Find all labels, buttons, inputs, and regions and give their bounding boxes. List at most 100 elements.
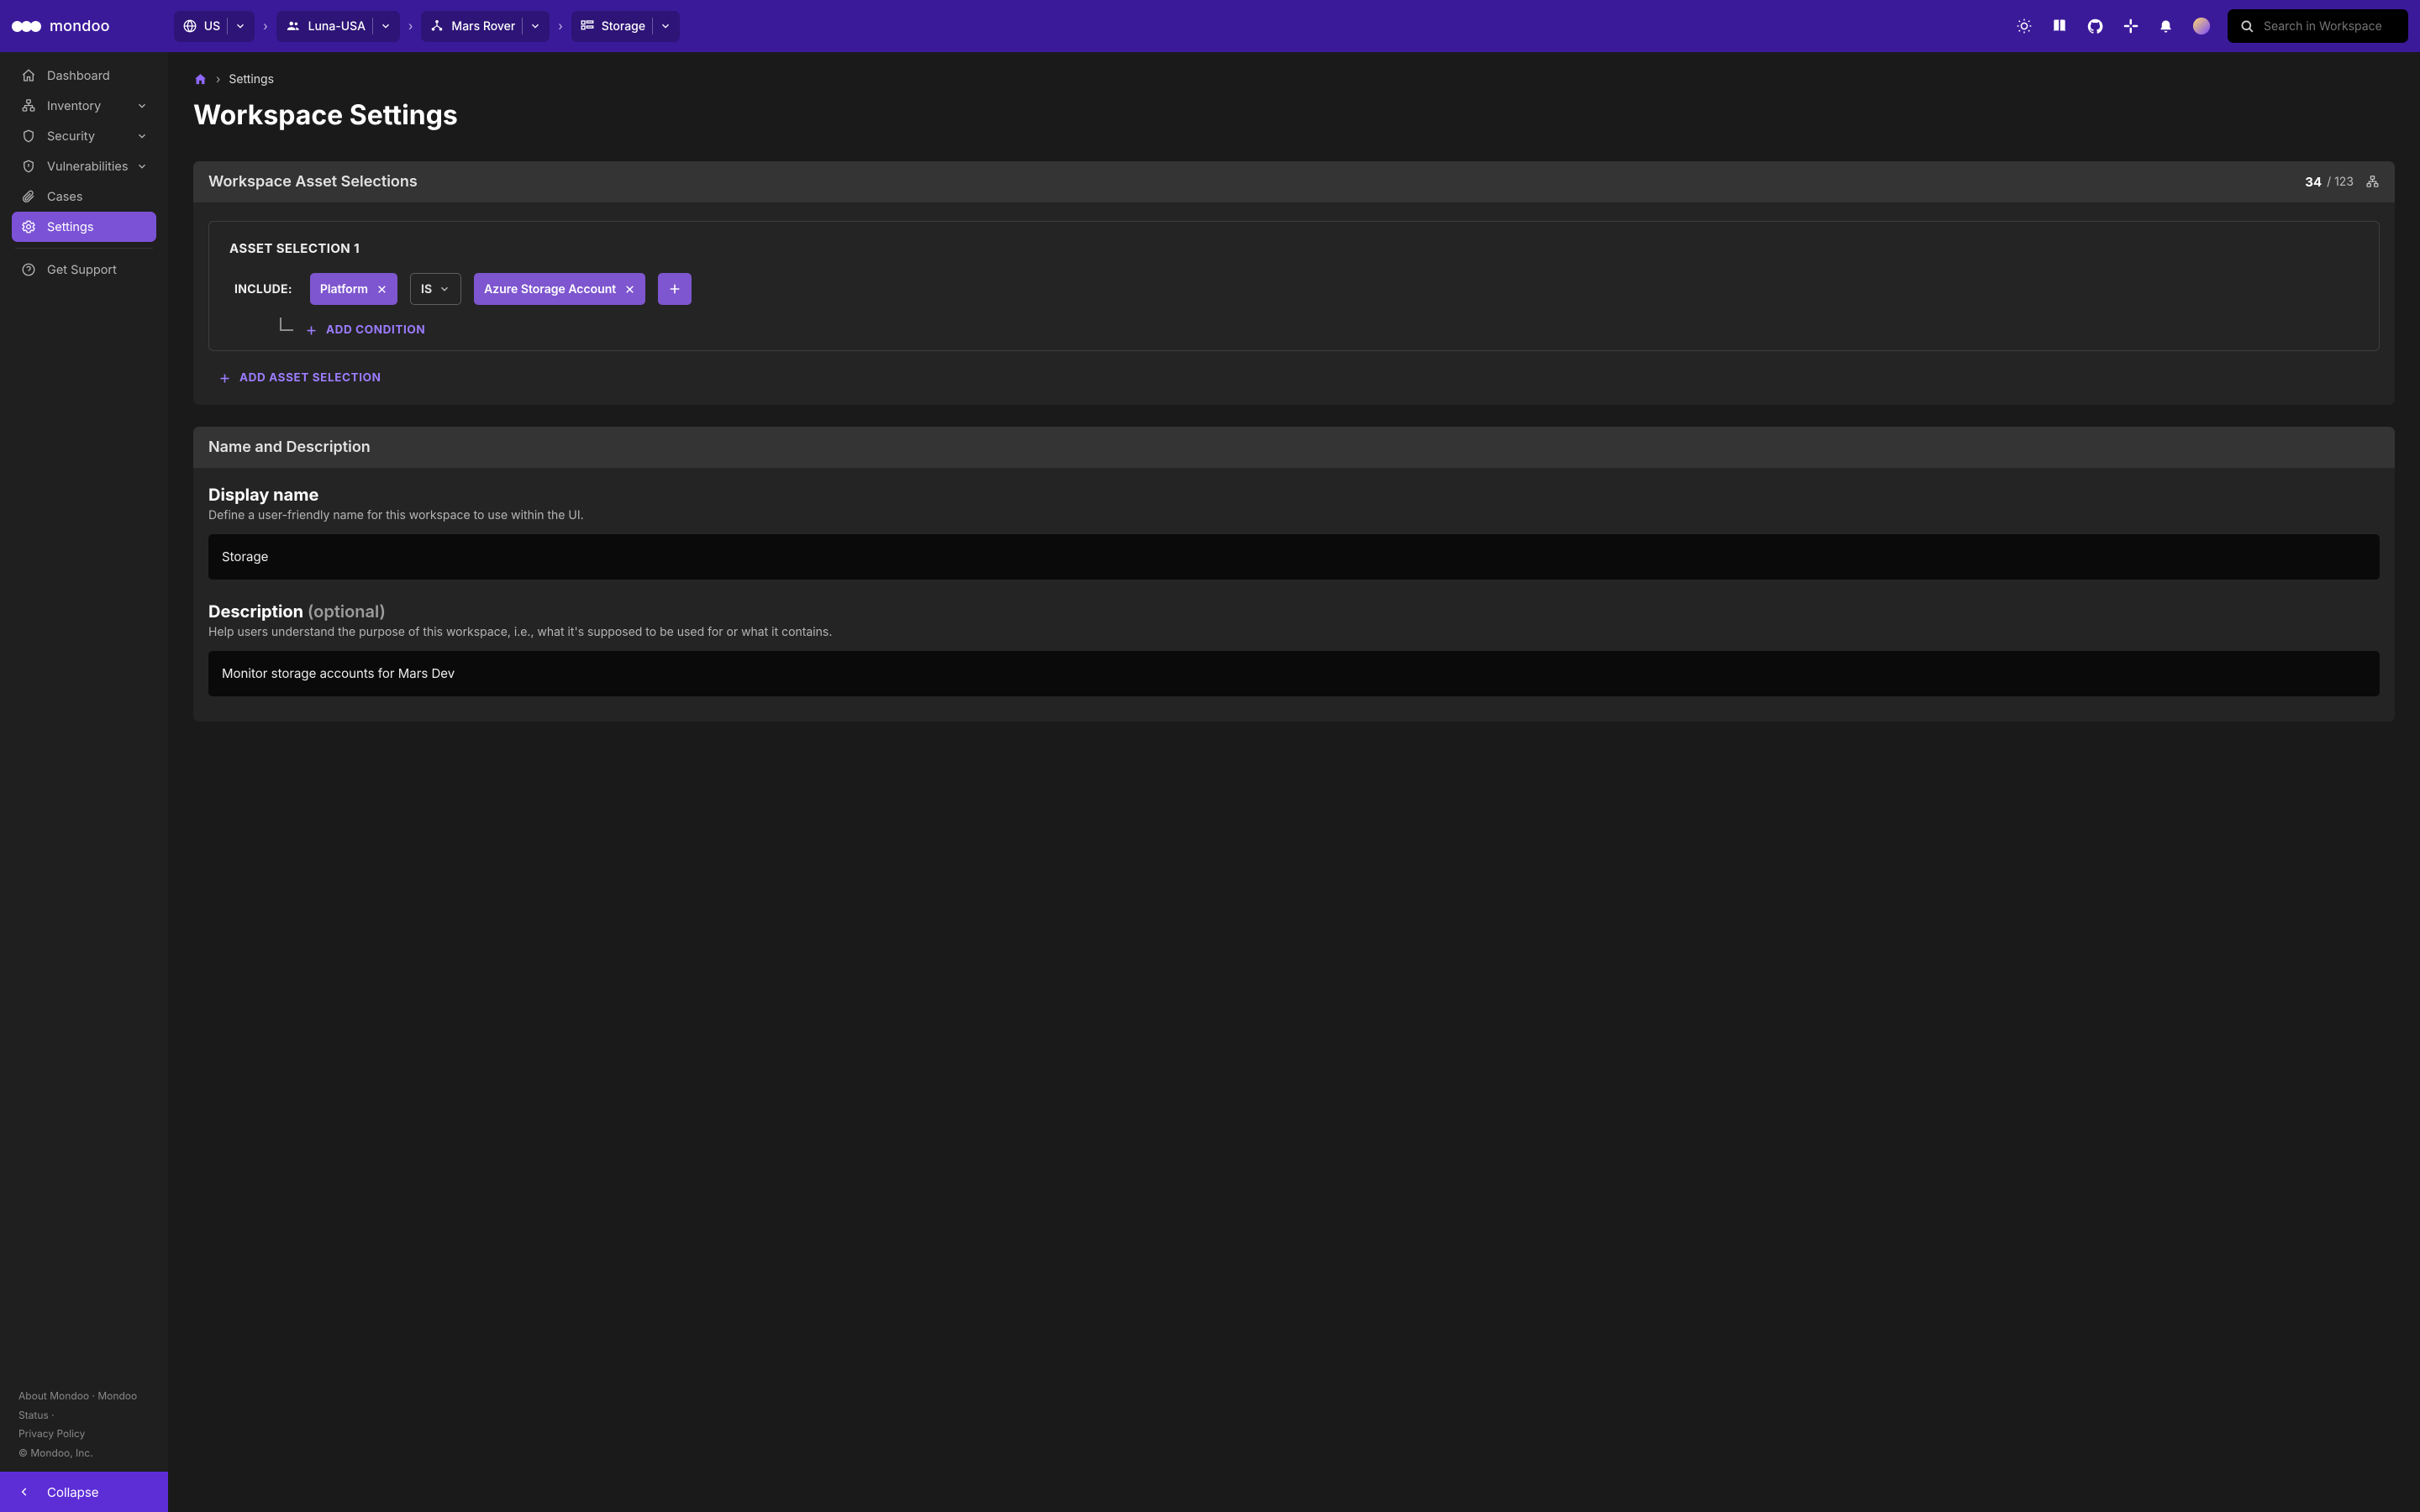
chevron-down-icon: [529, 20, 541, 32]
github-icon[interactable]: [2086, 18, 2104, 35]
crumb-label: Mars Rover: [451, 19, 515, 34]
sidebar-item-dashboard[interactable]: Dashboard: [12, 60, 156, 91]
condition-row: INCLUDE: Platform IS: [229, 273, 2359, 305]
add-value-button[interactable]: [658, 273, 692, 305]
selections-card: Workspace Asset Selections 34 / 123 ASSE…: [193, 161, 2395, 405]
crumb-project[interactable]: Mars Rover: [421, 11, 550, 42]
sidebar-item-security[interactable]: Security: [12, 121, 156, 151]
name-card: Name and Description Display name Define…: [193, 427, 2395, 722]
description-sub: Help users understand the purpose of thi…: [208, 625, 2380, 639]
brand[interactable]: mondoo: [12, 18, 110, 35]
crumb-label: US: [204, 19, 220, 34]
sidebar-item-settings[interactable]: Settings: [12, 212, 156, 242]
footer-links: About Mondoo · Mondoo Status · Privacy P…: [0, 1387, 168, 1472]
selections-card-header: Workspace Asset Selections 34 / 123: [193, 161, 2395, 202]
plus-icon: [305, 324, 318, 337]
docs-icon[interactable]: [2051, 18, 2068, 34]
search-box[interactable]: [2228, 9, 2408, 43]
gear-icon: [20, 219, 37, 234]
sidebar-label: Vulnerabilities: [47, 160, 136, 174]
breadcrumb-text: Settings: [229, 72, 274, 87]
include-label: INCLUDE:: [234, 282, 292, 297]
card-title: Name and Description: [208, 438, 2380, 456]
sidebar-label: Dashboard: [47, 69, 148, 83]
sidebar-nav: Dashboard Inventory Security: [0, 52, 168, 293]
sidebar-item-vulnerabilities[interactable]: Vulnerabilities: [12, 151, 156, 181]
asset-selection-box: ASSET SELECTION 1 INCLUDE: Platform IS: [208, 221, 2380, 351]
close-icon[interactable]: [376, 284, 387, 295]
crumb-label: Storage: [602, 19, 645, 34]
home-icon[interactable]: [193, 72, 208, 87]
privacy-link[interactable]: Privacy Policy: [18, 1427, 85, 1440]
add-selection-button[interactable]: ADD ASSET SELECTION: [218, 371, 381, 385]
close-icon[interactable]: [624, 284, 635, 295]
avatar[interactable]: [2192, 17, 2211, 35]
help-icon: [20, 262, 37, 277]
chevron-down-icon: [234, 20, 246, 32]
paperclip-icon: [20, 189, 37, 204]
page-breadcrumb: › Settings: [193, 72, 2395, 87]
crumb-region[interactable]: US: [174, 11, 255, 42]
tree-icon: [429, 18, 445, 34]
sidebar-label: Get Support: [47, 263, 148, 277]
chevron-down-icon: [136, 130, 148, 142]
chevron-down-icon: [136, 160, 148, 172]
display-name-sub: Define a user-friendly name for this wor…: [208, 508, 2380, 522]
crumb-org[interactable]: Luna-USA: [276, 11, 400, 42]
topbar-icons: [2016, 17, 2211, 35]
workspace-icon: [580, 18, 595, 34]
display-name-input[interactable]: [208, 534, 2380, 580]
theme-toggle-icon[interactable]: [2016, 18, 2033, 34]
search-input[interactable]: [2264, 19, 2420, 34]
sidebar-label: Security: [47, 129, 136, 144]
sidebar-item-inventory[interactable]: Inventory: [12, 91, 156, 121]
globe-icon: [182, 18, 197, 34]
topbar: mondoo US › Luna-USA ›: [0, 0, 2420, 52]
inventory-icon: [20, 98, 37, 113]
collapse-label: Collapse: [47, 1484, 99, 1500]
copyright: © Mondoo, Inc.: [18, 1446, 93, 1459]
add-condition-button[interactable]: ADD CONDITION: [305, 323, 425, 337]
shield-alert-icon: [20, 159, 37, 174]
name-card-header: Name and Description: [193, 427, 2395, 468]
crumb-sep: ›: [558, 19, 562, 34]
filter-key-chip[interactable]: Platform: [310, 273, 397, 305]
bell-icon[interactable]: [2158, 18, 2174, 34]
breadcrumb-sep: ›: [216, 72, 220, 87]
page-title: Workspace Settings: [193, 98, 2395, 131]
branch-icon: [280, 318, 293, 331]
sidebar-label: Cases: [47, 190, 148, 204]
chevron-down-icon: [660, 20, 671, 32]
add-condition-row: ADD CONDITION: [229, 323, 2359, 337]
operator-select[interactable]: IS: [410, 273, 461, 305]
sidebar: Dashboard Inventory Security: [0, 52, 168, 1512]
group-icon: [285, 18, 302, 34]
brand-logo-icon: [12, 21, 41, 32]
collapse-sidebar[interactable]: Collapse: [0, 1472, 168, 1512]
card-title: Workspace Asset Selections: [208, 173, 2305, 191]
description-input[interactable]: [208, 651, 2380, 696]
plus-icon: [218, 372, 231, 385]
sidebar-item-cases[interactable]: Cases: [12, 181, 156, 212]
chevron-down-icon: [136, 100, 148, 112]
brand-text: mondoo: [50, 18, 110, 35]
crumb-workspace[interactable]: Storage: [571, 11, 680, 42]
sidebar-label: Inventory: [47, 99, 136, 113]
about-link[interactable]: About Mondoo: [18, 1389, 89, 1402]
crumb-sep: ›: [263, 19, 267, 34]
search-icon: [2239, 18, 2255, 34]
slack-icon[interactable]: [2123, 18, 2139, 34]
chevron-down-icon: [439, 283, 450, 295]
selection-title: ASSET SELECTION 1: [229, 240, 2359, 256]
breadcrumb-row: US › Luna-USA › Mars Rover: [174, 11, 680, 42]
description-label: Description (optional): [208, 601, 2380, 622]
sidebar-label: Settings: [47, 220, 148, 234]
shield-icon: [20, 129, 37, 144]
filter-value-chip[interactable]: Azure Storage Account: [474, 273, 645, 305]
crumb-sep: ›: [408, 19, 413, 34]
sidebar-item-support[interactable]: Get Support: [12, 255, 156, 285]
chevron-down-icon: [380, 20, 392, 32]
home-icon: [20, 68, 37, 83]
crumb-label: Luna-USA: [308, 19, 366, 34]
hierarchy-icon: [2365, 175, 2380, 189]
